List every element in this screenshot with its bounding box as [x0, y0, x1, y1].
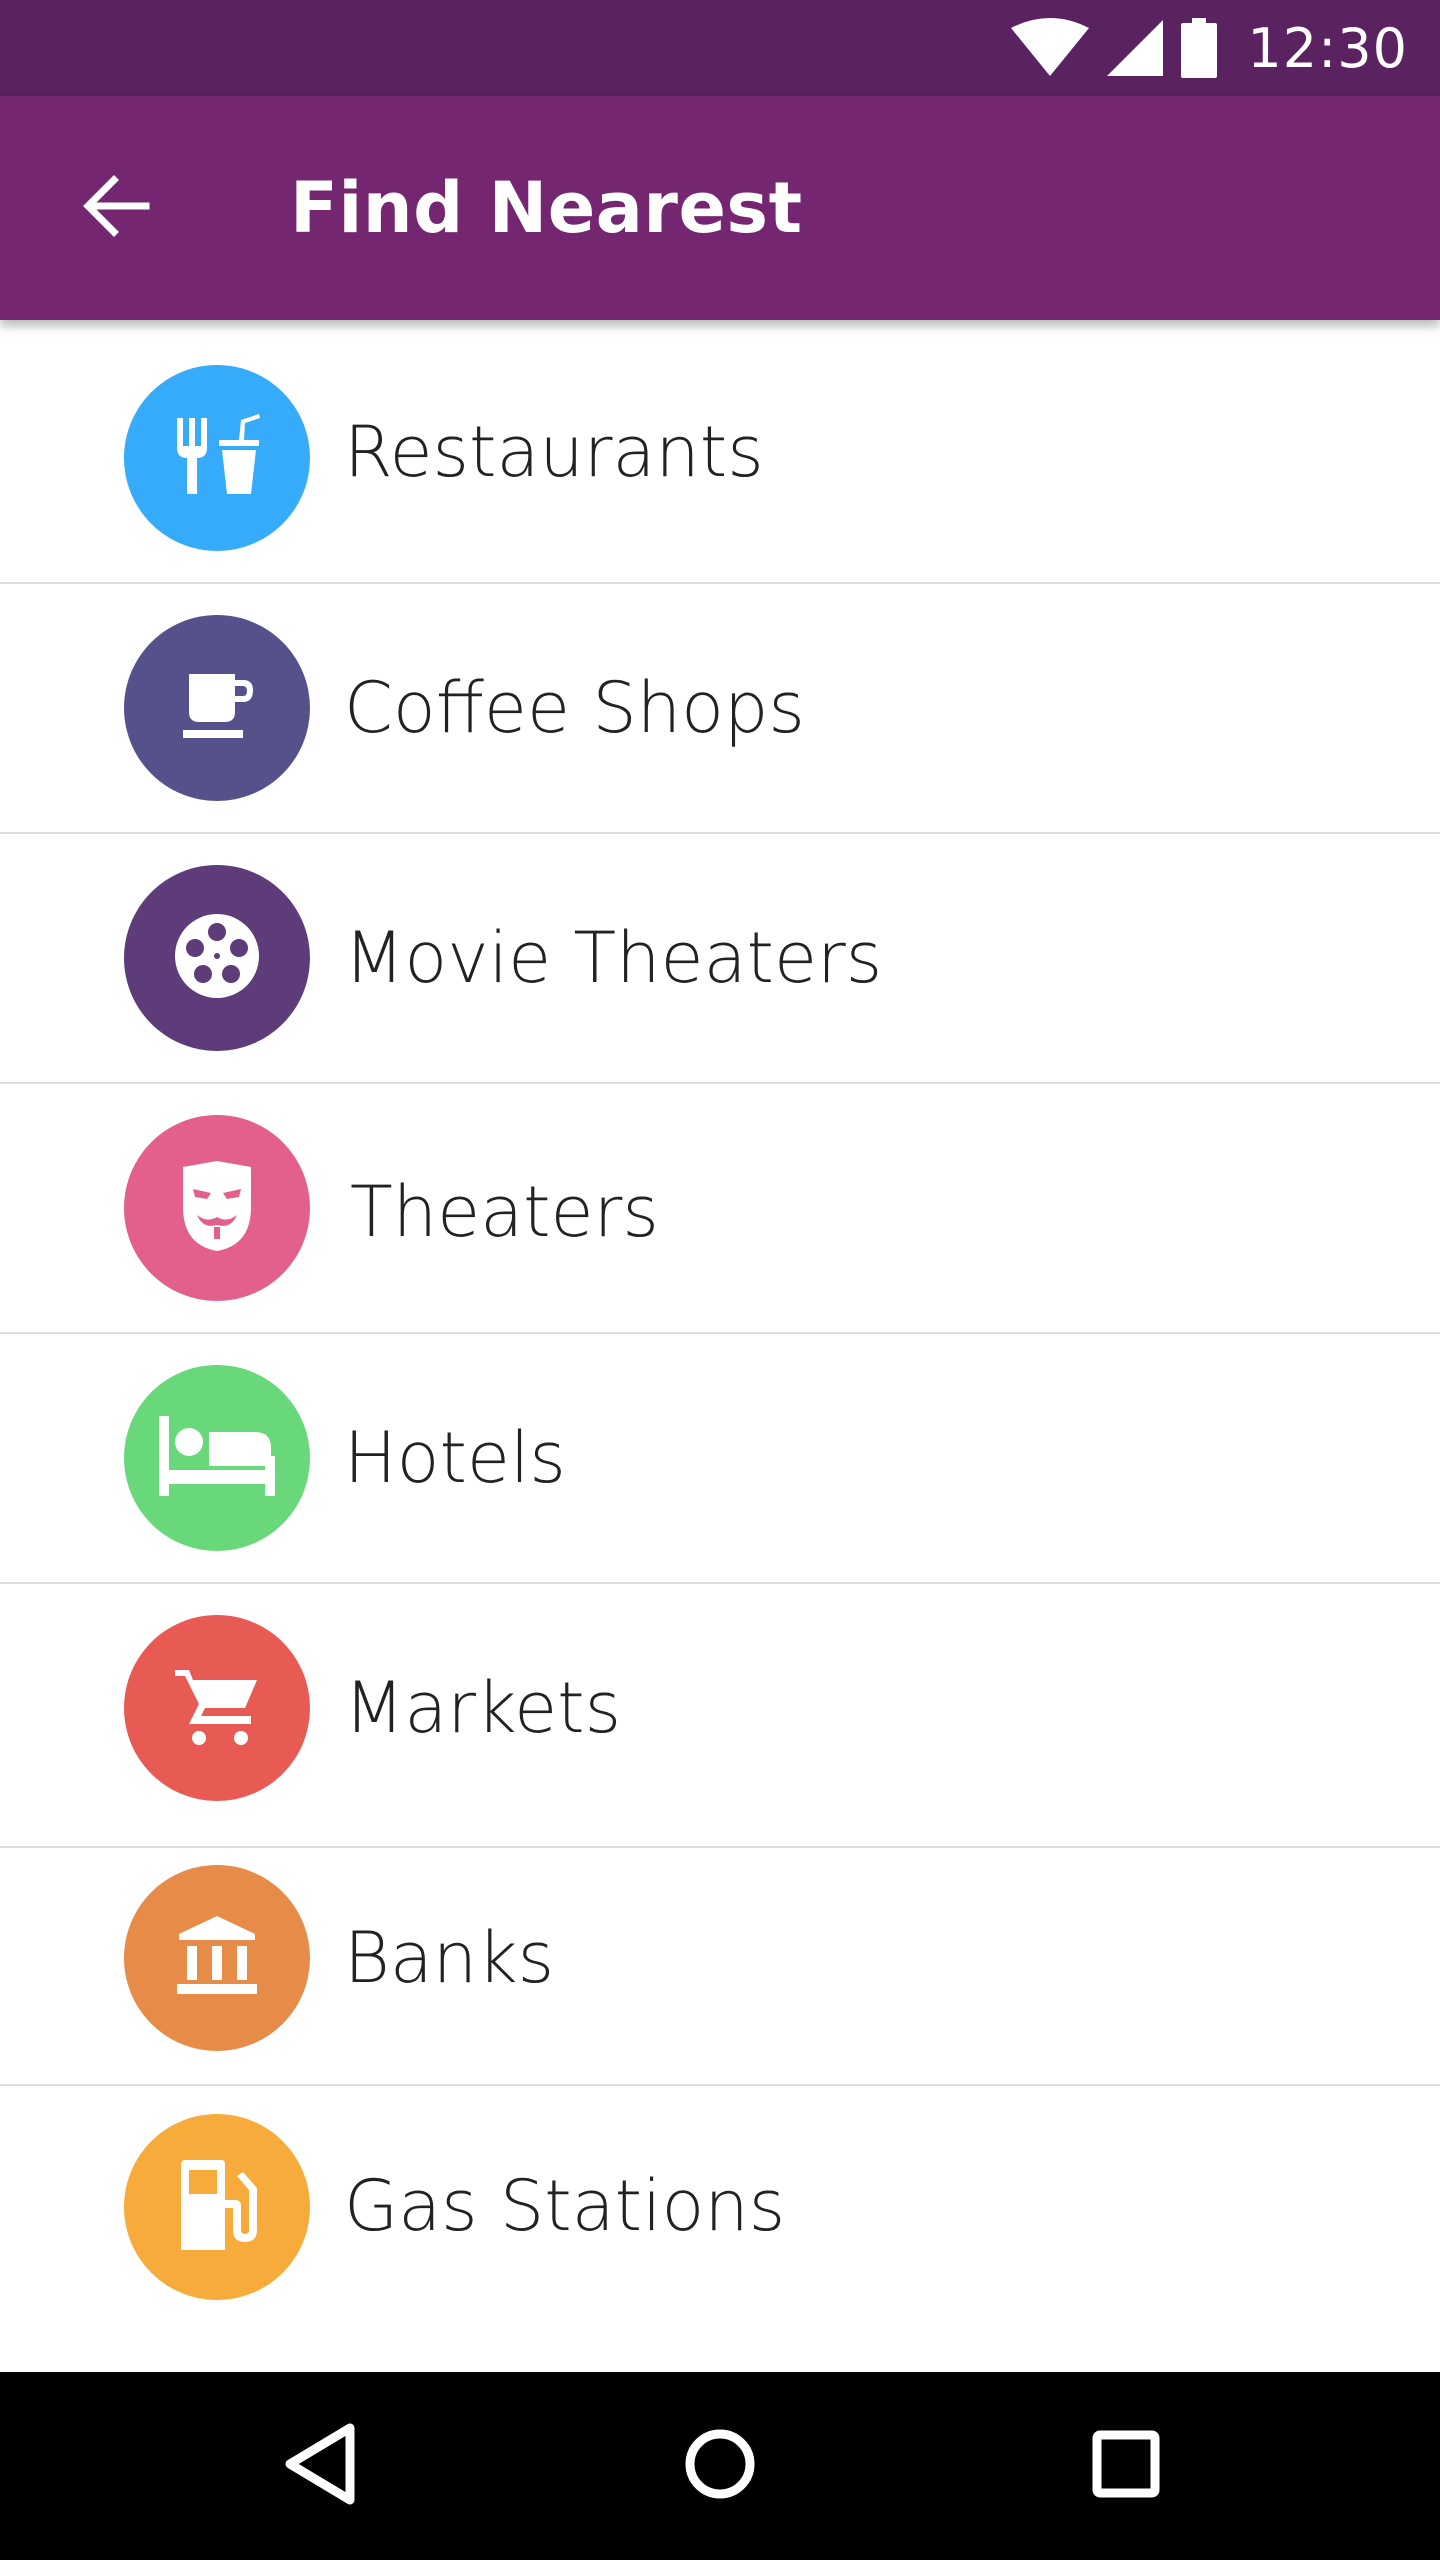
list-item-label: Markets — [344, 1667, 622, 1749]
theater-mask-icon — [177, 1159, 257, 1257]
list-item-label: Theaters — [350, 1171, 659, 1253]
theaters-icon-circle — [124, 1115, 310, 1301]
screen: 12:30 Find Nearest Restaurants Coffee Sh… — [0, 0, 1440, 2560]
movie-theaters-icon-circle — [124, 865, 310, 1051]
hotels-icon-circle — [124, 1365, 310, 1551]
list-item-gas-stations[interactable]: Gas Stations — [0, 2086, 1440, 2372]
list-item-movie-theaters[interactable]: Movie Theaters — [0, 834, 1440, 1082]
list-item-hotels[interactable]: Hotels — [0, 1334, 1440, 1582]
list-item-label: Banks — [344, 1917, 555, 1999]
banks-icon-circle — [124, 1865, 310, 2051]
cell-signal-icon — [1107, 20, 1164, 76]
shopping-cart-icon — [175, 1666, 259, 1750]
coffee-shops-icon-circle — [124, 615, 310, 801]
bed-icon — [159, 1416, 275, 1500]
list-item-label: Movie Theaters — [344, 917, 883, 999]
app-bar: Find Nearest — [0, 96, 1440, 320]
status-bar: 12:30 — [0, 0, 1440, 96]
recents-square-icon — [1092, 2430, 1160, 2502]
list-item-banks[interactable]: Banks — [0, 1848, 1440, 2084]
gas-pump-icon — [175, 2160, 259, 2254]
wifi-icon — [1011, 18, 1090, 78]
list-item-theaters[interactable]: Theaters — [0, 1084, 1440, 1332]
gas-stations-icon-circle — [124, 2114, 310, 2300]
status-time: 12:30 — [1247, 16, 1408, 80]
list-item-markets[interactable]: Markets — [0, 1584, 1440, 1846]
bank-icon — [175, 1916, 259, 2000]
list-item-label: Restaurants — [344, 411, 764, 493]
nav-back-button[interactable] — [240, 2372, 400, 2560]
list-item-coffee-shops[interactable]: Coffee Shops — [0, 584, 1440, 832]
status-icons: 12:30 — [1011, 0, 1408, 96]
page-title: Find Nearest — [290, 167, 803, 249]
markets-icon-circle — [124, 1615, 310, 1801]
back-triangle-icon — [282, 2422, 358, 2510]
back-button[interactable] — [52, 144, 180, 272]
battery-icon — [1181, 18, 1218, 78]
list-item-label: Gas Stations — [344, 2165, 786, 2247]
coffee-cup-icon — [177, 666, 257, 750]
restaurants-icon-circle — [124, 365, 310, 551]
arrow-back-icon — [82, 174, 150, 242]
list-item-label: Coffee Shops — [344, 667, 805, 749]
nav-bar — [0, 2372, 1440, 2560]
nav-home-button[interactable] — [640, 2372, 800, 2560]
film-reel-icon — [171, 910, 263, 1006]
home-circle-icon — [684, 2428, 756, 2504]
list-item-restaurants[interactable]: Restaurants — [0, 320, 1440, 582]
list-item-label: Hotels — [344, 1417, 566, 1499]
nav-recents-button[interactable] — [1046, 2372, 1206, 2560]
fork-cup-icon — [167, 406, 267, 510]
